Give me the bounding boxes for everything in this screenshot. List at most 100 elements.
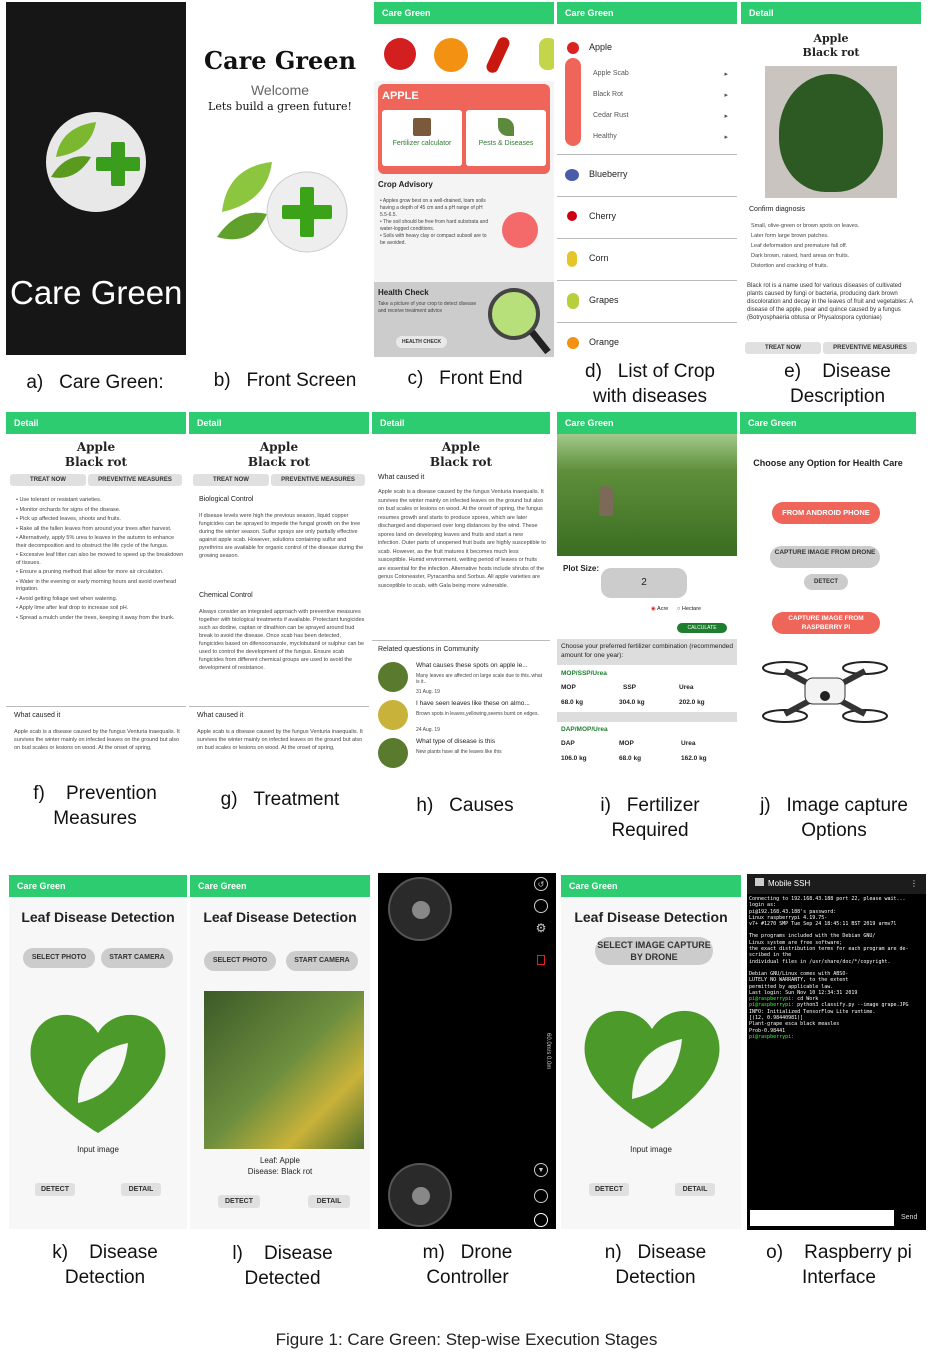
caption-d: d) List of Crop with diseases [585, 361, 715, 407]
disease-description: Black rot is a name used for various dis… [747, 283, 913, 321]
right-joystick-bottom[interactable] [388, 1163, 452, 1227]
screen-e-disease-description: Detail Apple Black rot Confirm diagnosis… [741, 2, 921, 357]
treat-now-button[interactable]: TREAT NOW [193, 474, 269, 486]
community-question[interactable]: What causes these spots on apple le... Ma… [378, 660, 546, 698]
select-photo-button[interactable]: SELECT PHOTO [204, 951, 276, 971]
terminal-icon [755, 878, 764, 886]
takeoff-icon[interactable]: ↺ [534, 877, 548, 891]
prevention-item: • Monitor orchards for signs of the dise… [16, 506, 121, 513]
land-icon[interactable]: ▼ [534, 1163, 548, 1177]
preventive-measures-button[interactable]: PREVENTIVE MEASURES [88, 474, 182, 486]
leaf-icon [498, 118, 514, 136]
capture-from-raspberry-pi-button[interactable]: CAPTURE IMAGE FROM RASPBERRY PI [772, 612, 880, 634]
from-android-phone-button[interactable]: FROM ANDROID PHONE [772, 502, 880, 524]
left-joystick-top[interactable] [388, 877, 452, 941]
care-green-logo-icon [46, 112, 146, 212]
crop-item-blueberry[interactable]: Blueberry [557, 154, 737, 196]
crop-advisory-title: Crop Advisory [378, 180, 433, 189]
hectare-radio[interactable]: ○ Hectare [677, 606, 701, 612]
front-tagline: Lets build a green future! [208, 100, 352, 113]
chili-icon[interactable] [484, 35, 512, 75]
caption-k: k) Disease Detection [52, 1242, 158, 1288]
apple-card: APPLE Fertilizer calculator Pests & Dise… [378, 84, 550, 174]
screen-o-raspberry-pi: Mobile SSH ⋮ Connecting to 192.168.43.18… [747, 874, 926, 1230]
acre-radio[interactable]: ◉ Acre [651, 606, 668, 612]
start-camera-button[interactable]: START CAMERA [286, 951, 358, 971]
chevron-right-icon: ▸ [724, 71, 728, 78]
field-photo [557, 434, 737, 556]
flip-icon[interactable] [534, 1189, 548, 1203]
apple-scroll-indicator [565, 58, 581, 146]
treat-now-button[interactable]: TREAT NOW [10, 474, 86, 486]
photo-icon[interactable] [534, 899, 548, 913]
leaf-photo [204, 991, 364, 1149]
detail-button[interactable]: DETAIL [308, 1195, 350, 1208]
plot-size-input[interactable]: 2 [601, 568, 687, 598]
chevron-right-icon: ▸ [724, 113, 728, 120]
calculate-button[interactable]: CALCULATE [677, 623, 727, 633]
crop-carousel[interactable] [374, 26, 554, 81]
orange-icon[interactable] [434, 38, 468, 72]
blueberry-icon [565, 169, 579, 181]
caption-f: f) Prevention Measures [33, 783, 157, 829]
crop-item-orange[interactable]: Orange [557, 322, 737, 355]
screen-k-detection: Care Green Leaf Disease Detection SELECT… [9, 875, 187, 1229]
select-photo-button[interactable]: SELECT PHOTO [23, 948, 95, 968]
community-question[interactable]: I have seen leaves like these on almo...… [378, 698, 546, 736]
screen-a-splash: Care Green [6, 2, 186, 355]
select-image-drone-button[interactable]: SELECT IMAGE CAPTURE BY DRONE [595, 937, 713, 965]
apple-icon [567, 42, 579, 54]
treat-now-button[interactable]: TREAT NOW [745, 342, 821, 354]
crop-item-cherry[interactable]: Cherry [557, 196, 737, 238]
app-bar: Care Green [190, 875, 370, 897]
prevention-item: • Use tolerant or resistant varieties. [16, 497, 102, 503]
send-button[interactable]: Send [901, 1214, 917, 1221]
terminal-output: Connecting to 192.168.43.188 port 22, pl… [749, 896, 909, 1040]
health-check-button[interactable]: HEALTH CHECK [396, 336, 448, 348]
home-icon[interactable] [534, 1213, 548, 1227]
detail-button[interactable]: DETAIL [121, 1183, 161, 1196]
detect-button[interactable]: DETECT [35, 1183, 75, 1196]
gear-icon[interactable]: ⚙ [534, 921, 548, 935]
community-question[interactable]: What type of disease is this New plants h… [378, 736, 546, 768]
orange-icon [567, 337, 579, 349]
apple-icon[interactable] [384, 38, 416, 70]
crop-item-corn[interactable]: Corn [557, 238, 737, 280]
start-camera-button[interactable]: START CAMERA [101, 948, 173, 968]
caption-m: m) Drone Controller [422, 1242, 513, 1288]
fertilizer-calculator-card[interactable]: Fertilizer calculator [382, 110, 462, 166]
community-questions: What causes these spots on apple le... Ma… [378, 660, 546, 768]
detail-button[interactable]: DETAIL [675, 1183, 715, 1196]
screen-l-detected: Care Green Leaf Disease Detection SELECT… [190, 875, 370, 1229]
app-bar: Detail [741, 2, 921, 24]
disease-item[interactable]: Black Rot ▸ [593, 91, 728, 112]
detect-button[interactable]: DETECT [218, 1195, 260, 1208]
ssh-input-field[interactable] [750, 1210, 894, 1226]
preventive-measures-button[interactable]: PREVENTIVE MEASURES [823, 342, 917, 354]
disease-leaf-photo [765, 66, 897, 198]
detect-button[interactable]: DETECT [804, 574, 848, 590]
drone-side-toolbar: ↺ ⚙ 60.0m/s 0.0m ▼ [528, 873, 556, 1229]
capture-from-drone-button[interactable]: CAPTURE IMAGE FROM DRONE [770, 546, 880, 568]
result-leaf: Leaf: Apple [259, 1156, 301, 1165]
crop-item-grapes[interactable]: Grapes [557, 280, 737, 322]
grapes-icon[interactable] [539, 38, 554, 70]
preventive-measures-button[interactable]: PREVENTIVE MEASURES [271, 474, 365, 486]
prevention-item: • Ensure a pruning method that allow for… [16, 569, 164, 575]
disease-item[interactable]: Cedar Rust ▸ [593, 112, 728, 133]
prevention-item: • Water in the evening or early morning … [16, 578, 177, 593]
record-icon[interactable] [537, 955, 545, 965]
pests-diseases-card[interactable]: Pests & Diseases [466, 110, 546, 166]
caption-h: h) Causes [416, 795, 514, 816]
front-title: Care Green [203, 46, 357, 75]
health-check-card: Health Check Take a picture of your crop… [374, 282, 554, 357]
splash-title: Care Green [10, 274, 183, 311]
detect-button[interactable]: DETECT [589, 1183, 629, 1196]
disease-item[interactable]: Apple Scab ▸ [593, 70, 728, 91]
screen-g-treatment: Detail Apple Black rot TREAT NOW PREVENT… [189, 412, 369, 768]
disease-item[interactable]: Healthy ▸ [593, 133, 728, 154]
more-menu-icon[interactable]: ⋮ [910, 874, 918, 894]
apple-item[interactable]: Apple Apple Scab ▸ Black Rot ▸ Cedar Rust ▸… [557, 26, 737, 151]
telemetry-readout: 60.0m/s 0.0m [545, 1033, 551, 1070]
apple-image [502, 212, 538, 248]
